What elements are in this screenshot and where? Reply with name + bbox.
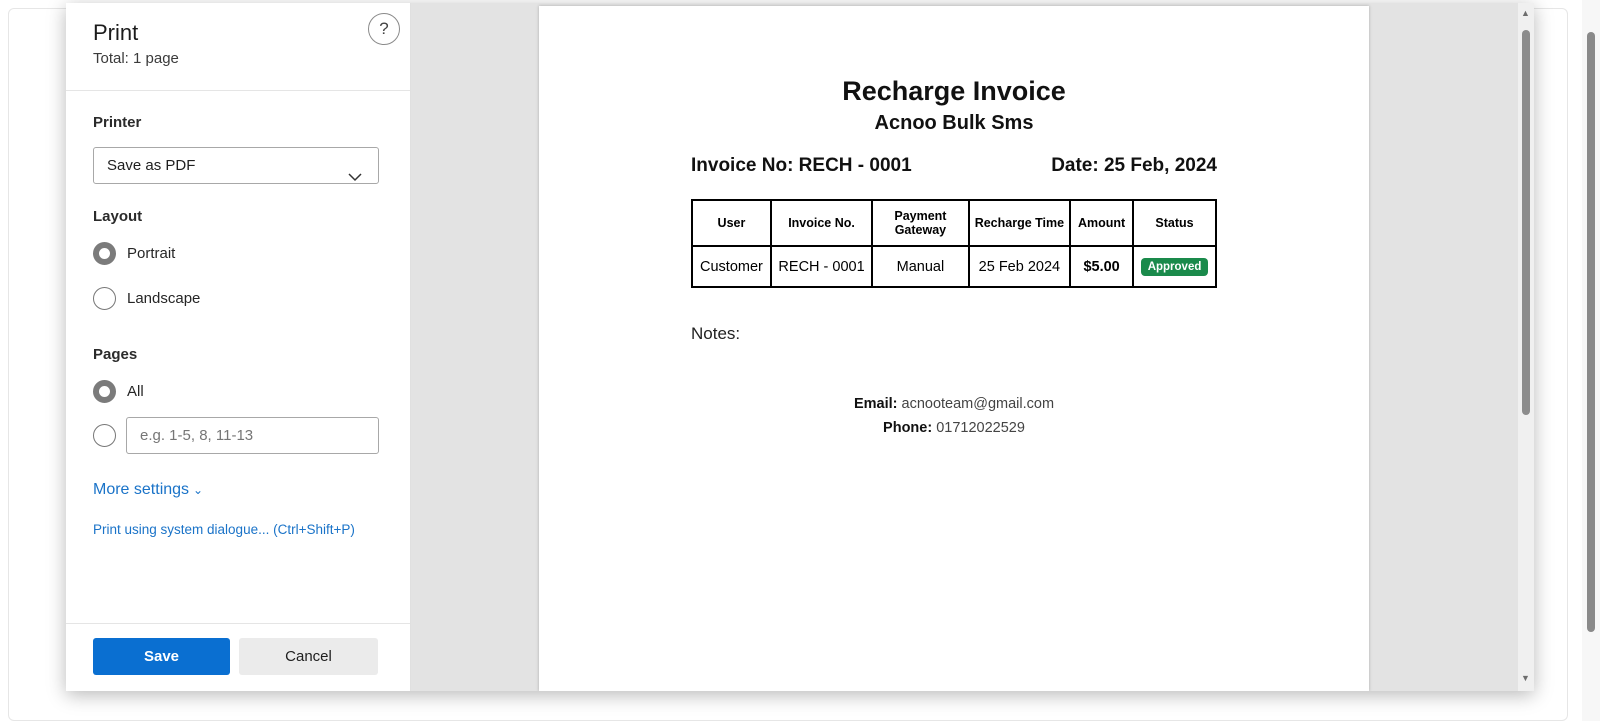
cell-amount: $5.00 [1069,245,1135,288]
contact-email: Email: acnooteam@gmail.com [539,396,1369,412]
portrait-radio[interactable] [93,241,116,265]
status-badge: Approved [1140,257,1209,276]
page-scrollbar-thumb[interactable] [1587,32,1595,632]
table-row: Customer RECH - 0001 Manual 25 Feb 2024 … [691,245,1217,288]
scroll-down-arrow-icon[interactable]: ▼ [1521,673,1530,683]
scroll-up-arrow-icon[interactable]: ▲ [1521,8,1530,18]
print-preview-area: Recharge Invoice Acnoo Bulk Sms Invoice … [411,3,1534,691]
chevron-down-icon [348,160,362,195]
preview-page: Recharge Invoice Acnoo Bulk Sms Invoice … [539,6,1369,691]
layout-label: Layout [93,208,143,225]
invoice-table: User Invoice No. Payment Gateway Recharg… [691,199,1217,288]
invoice-title: Recharge Invoice [842,76,1066,106]
layout-landscape-option[interactable]: Landscape [93,286,200,310]
pages-all-radio[interactable] [93,379,116,403]
pages-label: Pages [93,346,138,363]
preview-scrollbar-thumb[interactable] [1522,30,1530,415]
cancel-button[interactable]: Cancel [239,638,378,675]
column-header: Status [1132,199,1217,247]
print-settings-panel: Print Total: 1 page ? Printer Save as PD… [66,3,411,691]
chevron-down-icon: ⌄ [193,483,204,497]
printer-select-value: Save as PDF [107,157,196,174]
column-header: Invoice No. [769,199,874,247]
preview-scrollbar[interactable]: ▲ ▼ [1518,3,1534,691]
table-header-row: User Invoice No. Payment Gateway Recharg… [691,199,1217,247]
landscape-label: Landscape [127,289,201,307]
phone-value: 01712022529 [936,420,1025,436]
email-label: Email: [853,396,898,412]
dialog-title: Print [93,20,139,45]
pages-range-radio[interactable] [93,423,116,447]
phone-label: Phone: [883,420,933,436]
pages-all-label: All [127,382,144,400]
cell-user: Customer [691,245,772,288]
printer-select[interactable]: Save as PDF [93,147,379,184]
invoice-number: Invoice No: RECH - 0001 [691,155,912,176]
panel-header: Print Total: 1 page ? [66,3,410,91]
invoice-date: Date: 25 Feb, 2024 [1051,155,1217,176]
contact-phone: Phone: 01712022529 [539,420,1369,436]
pages-range-option[interactable] [93,423,116,447]
save-button[interactable]: Save [93,638,230,675]
printer-label: Printer [93,114,142,131]
cell-invoice-no: RECH - 0001 [769,245,874,288]
help-button[interactable]: ? [368,13,400,45]
portrait-label: Portrait [127,244,176,262]
system-dialogue-link[interactable]: Print using system dialogue... (Ctrl+Shi… [93,522,355,537]
page-scrollbar[interactable] [1582,0,1600,721]
layout-portrait-option[interactable]: Portrait [93,241,175,265]
notes-label: Notes: [691,324,741,343]
email-value: acnooteam@gmail.com [901,396,1055,412]
page-total: Total: 1 page [93,50,179,67]
more-settings-link[interactable]: More settings ⌄ [93,481,203,499]
column-header: Amount [1069,199,1135,247]
pages-range-input[interactable]: e.g. 1-5, 8, 11-13 [126,417,379,454]
cell-time: 25 Feb 2024 [967,245,1072,288]
landscape-radio[interactable] [93,286,116,310]
panel-footer: Save Cancel [66,623,410,691]
column-header: Payment Gateway [871,199,970,247]
column-header: Recharge Time [967,199,1072,247]
column-header: User [691,199,772,247]
pages-all-option[interactable]: All [93,379,144,403]
company-name: Acnoo Bulk Sms [874,112,1034,134]
cell-gateway: Manual [871,245,970,288]
print-dialog: Print Total: 1 page ? Printer Save as PD… [66,3,1534,691]
cell-status: Approved [1132,245,1217,288]
more-settings-label: More settings [93,481,190,498]
